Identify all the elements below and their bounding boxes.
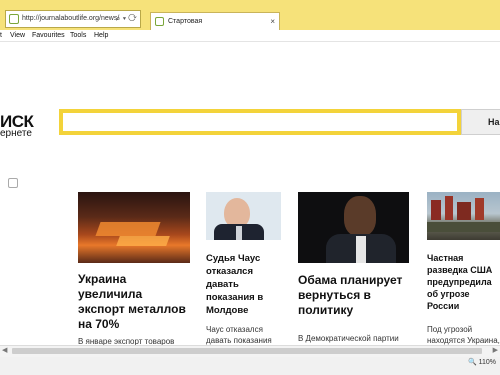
scroll-left-icon[interactable]: ◀ [2, 346, 7, 356]
menu-bar: t View Favourites Tools Help [0, 30, 500, 42]
news-snippet: Чаус отказался давать показания [206, 325, 272, 345]
news-headline[interactable]: Обама планирует вернуться в политику [298, 273, 410, 318]
news-headline[interactable]: Судья Чаус отказался давать показания в … [206, 252, 284, 317]
tab-title: Стартовая [168, 18, 203, 25]
menu-item-tools-partial[interactable]: t [0, 30, 2, 41]
browser-titlebar: http://journalaboutlife.org/news/ ⌕ ▾ ⟳ … [0, 0, 500, 31]
search-button[interactable]: Най [461, 109, 500, 135]
tab-favicon-icon [155, 17, 164, 26]
search-input[interactable] [59, 109, 461, 135]
address-controls[interactable]: ⌕ ▾ ⟳ [116, 11, 137, 27]
tab-close-icon[interactable]: × [270, 13, 275, 30]
news-headline[interactable]: Украина увеличила экспорт металлов на 70… [78, 272, 190, 332]
address-bar[interactable]: http://journalaboutlife.org/news/ ⌕ ▾ ⟳ [5, 10, 141, 28]
tab-start[interactable]: Стартовая × [150, 12, 280, 30]
zoom-level[interactable]: 🔍 110% [468, 358, 496, 366]
search-logo-subtitle: ернете [0, 128, 32, 139]
menu-item-view[interactable]: View [10, 30, 25, 41]
news-image-steel[interactable] [78, 192, 190, 263]
menu-item-help[interactable]: Help [94, 30, 108, 41]
scroll-thumb[interactable] [12, 348, 482, 354]
side-widget-icon[interactable] [8, 178, 18, 188]
address-url[interactable]: http://journalaboutlife.org/news/ [22, 11, 119, 27]
horizontal-scrollbar[interactable]: ◀ ▶ [0, 345, 500, 357]
news-image-parade[interactable] [427, 192, 500, 240]
news-snippet: Под угрозой находятся Украина, [427, 325, 500, 345]
news-image-judge[interactable] [206, 192, 281, 240]
news-headline[interactable]: Частная разведка США предупредила об угр… [427, 252, 500, 312]
news-image-obama[interactable] [298, 192, 409, 263]
scroll-right-icon[interactable]: ▶ [493, 346, 498, 356]
menu-item-favourites[interactable]: Favourites [32, 30, 65, 41]
menu-item-tools[interactable]: Tools [70, 30, 86, 41]
site-favicon-icon [9, 14, 19, 24]
